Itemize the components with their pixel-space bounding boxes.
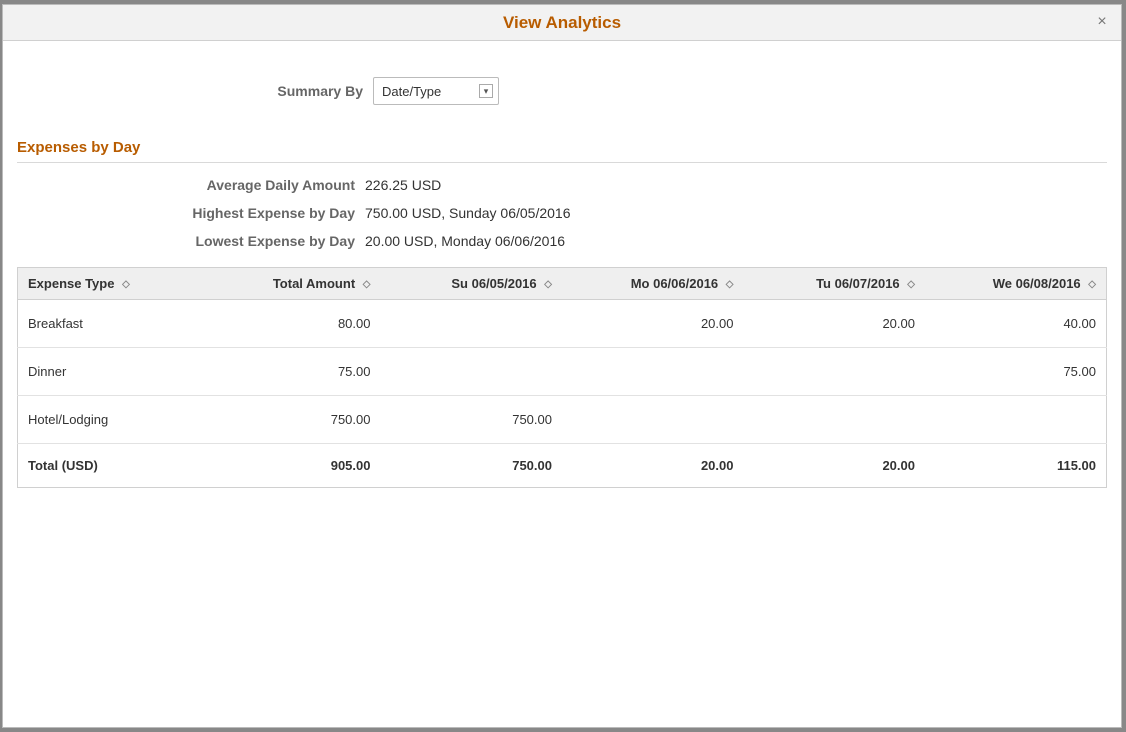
cell-d3 [743, 396, 925, 444]
cell-d1 [380, 300, 562, 348]
metric-low-value: 20.00 USD, Monday 06/06/2016 [365, 233, 565, 249]
col-header-d2-text: Mo 06/06/2016 [631, 276, 718, 291]
metric-avg-label: Average Daily Amount [17, 177, 365, 193]
metrics-block: Average Daily Amount 226.25 USD Highest … [17, 177, 1107, 249]
total-d1: 750.00 [380, 444, 562, 488]
total-d2: 20.00 [562, 444, 744, 488]
cell-d1 [380, 348, 562, 396]
table-row: Hotel/Lodging 750.00 750.00 [18, 396, 1107, 444]
expense-table: Expense Type ◇ Total Amount ◇ Su 06/05/2… [17, 267, 1107, 488]
col-header-type[interactable]: Expense Type ◇ [18, 268, 220, 300]
summary-row: Summary By Date/Type ▾ [17, 77, 1107, 105]
modal-header: View Analytics × [3, 5, 1121, 41]
cell-type: Breakfast [18, 300, 220, 348]
metric-high-label: Highest Expense by Day [17, 205, 365, 221]
cell-d4: 40.00 [925, 300, 1107, 348]
cell-d2: 20.00 [562, 300, 744, 348]
cell-d2 [562, 396, 744, 444]
cell-d4 [925, 396, 1107, 444]
sort-icon: ◇ [122, 279, 130, 290]
sort-icon: ◇ [726, 279, 734, 290]
col-header-d1[interactable]: Su 06/05/2016 ◇ [380, 268, 562, 300]
metric-low-label: Lowest Expense by Day [17, 233, 365, 249]
col-header-d1-text: Su 06/05/2016 [451, 276, 536, 291]
col-header-total-text: Total Amount [273, 276, 355, 291]
cell-total: 80.00 [219, 300, 380, 348]
cell-d2 [562, 348, 744, 396]
col-header-d4-text: We 06/08/2016 [993, 276, 1081, 291]
sort-icon: ◇ [1088, 279, 1096, 290]
sort-icon: ◇ [544, 279, 552, 290]
close-icon: × [1097, 13, 1106, 31]
col-header-d3-text: Tu 06/07/2016 [816, 276, 900, 291]
col-header-d2[interactable]: Mo 06/06/2016 ◇ [562, 268, 744, 300]
table-row: Dinner 75.00 75.00 [18, 348, 1107, 396]
sort-icon: ◇ [363, 279, 371, 290]
summary-by-select[interactable]: Date/Type [373, 77, 499, 105]
metric-high-value: 750.00 USD, Sunday 06/05/2016 [365, 205, 571, 221]
close-button[interactable]: × [1091, 11, 1113, 33]
table-foot: Total (USD) 905.00 750.00 20.00 20.00 11… [18, 444, 1107, 488]
modal-title: View Analytics [503, 13, 621, 33]
table-body: Breakfast 80.00 20.00 20.00 40.00 Dinner… [18, 300, 1107, 444]
cell-total: 750.00 [219, 396, 380, 444]
cell-d1: 750.00 [380, 396, 562, 444]
total-d4: 115.00 [925, 444, 1107, 488]
col-header-total[interactable]: Total Amount ◇ [219, 268, 380, 300]
sort-icon: ◇ [907, 279, 915, 290]
cell-total: 75.00 [219, 348, 380, 396]
total-label: Total (USD) [18, 444, 220, 488]
metric-avg-row: Average Daily Amount 226.25 USD [17, 177, 1107, 193]
cell-d4: 75.00 [925, 348, 1107, 396]
total-d3: 20.00 [743, 444, 925, 488]
modal-body: Summary By Date/Type ▾ Expenses by Day A… [3, 41, 1121, 727]
analytics-modal: View Analytics × Summary By Date/Type ▾ … [2, 4, 1122, 728]
table-row: Breakfast 80.00 20.00 20.00 40.00 [18, 300, 1107, 348]
cell-d3: 20.00 [743, 300, 925, 348]
summary-select-wrap: Date/Type ▾ [373, 77, 499, 105]
cell-type: Dinner [18, 348, 220, 396]
metric-high-row: Highest Expense by Day 750.00 USD, Sunda… [17, 205, 1107, 221]
metric-avg-value: 226.25 USD [365, 177, 441, 193]
table-head: Expense Type ◇ Total Amount ◇ Su 06/05/2… [18, 268, 1107, 300]
col-header-d3[interactable]: Tu 06/07/2016 ◇ [743, 268, 925, 300]
col-header-type-text: Expense Type [28, 276, 114, 291]
section-title: Expenses by Day [17, 139, 1107, 163]
col-header-d4[interactable]: We 06/08/2016 ◇ [925, 268, 1107, 300]
metric-low-row: Lowest Expense by Day 20.00 USD, Monday … [17, 233, 1107, 249]
cell-type: Hotel/Lodging [18, 396, 220, 444]
cell-d3 [743, 348, 925, 396]
summary-by-label: Summary By [17, 83, 373, 99]
table-header-row: Expense Type ◇ Total Amount ◇ Su 06/05/2… [18, 268, 1107, 300]
table-total-row: Total (USD) 905.00 750.00 20.00 20.00 11… [18, 444, 1107, 488]
total-total: 905.00 [219, 444, 380, 488]
